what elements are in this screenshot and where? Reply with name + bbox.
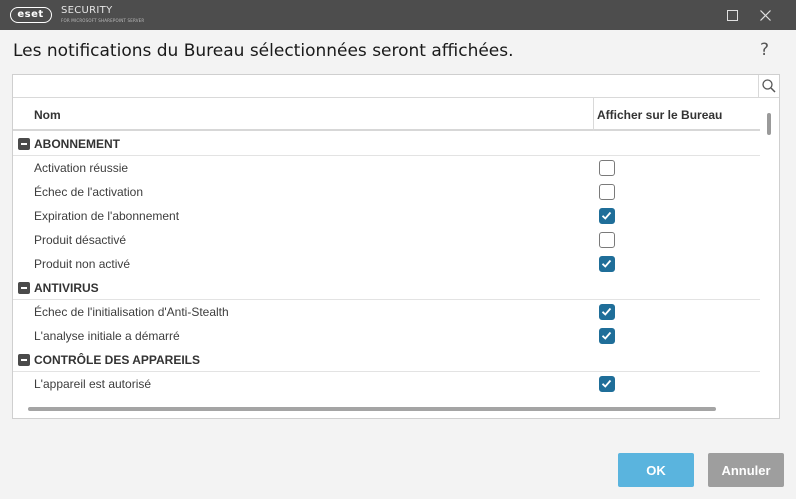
search-bar xyxy=(13,75,779,98)
notification-label: Produit non activé xyxy=(34,257,131,271)
show-on-desktop-checkbox[interactable] xyxy=(599,208,615,224)
notifications-panel: Nom Afficher sur le Bureau ABONNEMENT Act… xyxy=(12,74,780,419)
column-show-header[interactable]: Afficher sur le Bureau xyxy=(597,108,722,122)
notification-label: L'appareil est autorisé xyxy=(34,377,152,391)
group-row[interactable]: ABONNEMENT xyxy=(13,132,760,156)
notification-row: L'analyse initiale a démarré xyxy=(13,324,760,348)
collapse-icon[interactable] xyxy=(18,354,30,366)
title-bar: eset SECURITY FOR MICROSOFT SHAREPOINT S… xyxy=(0,0,796,30)
notification-row: Produit désactivé xyxy=(13,228,760,252)
show-on-desktop-checkbox[interactable] xyxy=(599,160,615,176)
notification-row: Échec de l'activation xyxy=(13,180,760,204)
horizontal-scrollbar[interactable] xyxy=(28,407,716,411)
notification-row: Produit non activé xyxy=(13,252,760,276)
notification-label: L'analyse initiale a démarré xyxy=(34,329,180,343)
column-name-header[interactable]: Nom xyxy=(34,108,61,122)
group-row[interactable]: ANTIVIRUS xyxy=(13,276,760,300)
close-button[interactable] xyxy=(749,0,781,30)
checkmark-icon xyxy=(601,259,612,268)
show-on-desktop-checkbox[interactable] xyxy=(599,328,615,344)
product-name: SECURITY xyxy=(61,5,113,16)
show-on-desktop-checkbox[interactable] xyxy=(599,376,615,392)
vertical-scrollbar[interactable] xyxy=(767,113,771,135)
notifications-dialog: eset SECURITY FOR MICROSOFT SHAREPOINT S… xyxy=(0,0,796,499)
checkmark-icon xyxy=(601,211,612,220)
group-label: ANTIVIRUS xyxy=(34,281,99,295)
checkmark-icon xyxy=(601,379,612,388)
notification-list: ABONNEMENT Activation réussie Échec de l'a… xyxy=(13,132,760,396)
notification-label: Activation réussie xyxy=(34,161,129,175)
eset-logo: eset xyxy=(10,7,52,23)
close-icon xyxy=(759,9,771,21)
maximize-button[interactable] xyxy=(716,0,748,30)
notification-row: Expiration de l'abonnement xyxy=(13,204,760,228)
notification-label: Échec de l'initialisation d'Anti-Stealth xyxy=(34,305,229,319)
show-on-desktop-checkbox[interactable] xyxy=(599,304,615,320)
notification-row: Échec de l'initialisation d'Anti-Stealth xyxy=(13,300,760,324)
notification-row: Activation réussie xyxy=(13,156,760,180)
column-header: Nom Afficher sur le Bureau xyxy=(13,98,760,131)
notification-label: Échec de l'activation xyxy=(34,185,144,199)
checkmark-icon xyxy=(601,331,612,340)
group-row[interactable]: CONTRÔLE DES APPAREILS xyxy=(13,348,760,372)
notification-label: Expiration de l'abonnement xyxy=(34,209,180,223)
notification-row: L'appareil est autorisé xyxy=(13,372,760,396)
show-on-desktop-checkbox[interactable] xyxy=(599,256,615,272)
show-on-desktop-checkbox[interactable] xyxy=(599,184,615,200)
logo-text: eset xyxy=(17,9,44,20)
collapse-icon[interactable] xyxy=(18,282,30,294)
search-input[interactable] xyxy=(13,75,758,97)
group-label: ABONNEMENT xyxy=(34,137,120,151)
search-icon xyxy=(762,79,776,93)
column-divider[interactable] xyxy=(593,98,594,131)
checkmark-icon xyxy=(601,307,612,316)
search-button[interactable] xyxy=(758,75,779,97)
square-icon xyxy=(726,9,738,21)
page-title: Les notifications du Bureau sélectionnée… xyxy=(13,41,514,61)
collapse-icon[interactable] xyxy=(18,138,30,150)
group-label: CONTRÔLE DES APPAREILS xyxy=(34,353,201,367)
help-icon[interactable]: ? xyxy=(760,39,769,61)
show-on-desktop-checkbox[interactable] xyxy=(599,232,615,248)
product-subtitle: FOR MICROSOFT SHAREPOINT SERVER xyxy=(61,18,145,23)
cancel-button[interactable]: Annuler xyxy=(708,453,784,487)
ok-button[interactable]: OK xyxy=(618,453,694,487)
notification-label: Produit désactivé xyxy=(34,233,127,247)
